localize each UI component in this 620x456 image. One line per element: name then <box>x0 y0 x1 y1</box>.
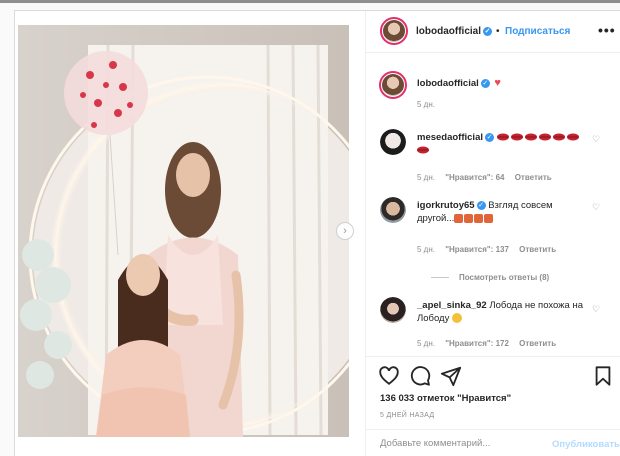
photo-illustration <box>18 25 349 437</box>
post-actions: 136 033 отметок "Нравится" 5 ДНЕЙ НАЗАД … <box>366 356 620 456</box>
comment-likes[interactable]: "Нравится": 172 <box>445 339 509 348</box>
comment-time[interactable]: 5 дн. <box>417 339 435 348</box>
anger-emoji-icon <box>454 213 494 224</box>
avatar[interactable] <box>380 197 406 223</box>
comment-time[interactable]: 5 дн. <box>417 173 435 182</box>
avatar[interactable] <box>380 17 408 45</box>
reply-button[interactable]: Ответить <box>515 173 552 182</box>
comment-text: igorkrutoy65 ✓ Взгляд совсем другой... <box>417 199 592 225</box>
comment-likes[interactable]: "Нравится": 137 <box>445 245 509 254</box>
avatar[interactable] <box>380 297 406 323</box>
comment-likes[interactable]: "Нравится": 64 <box>445 173 504 182</box>
comment-meta: 5 дн. "Нравится": 172 Ответить <box>417 339 564 348</box>
caption-username[interactable]: lobodaofficial <box>417 78 479 89</box>
comment-username[interactable]: _apel_sinka_92 <box>417 300 487 311</box>
comment-time[interactable]: 5 дн. <box>417 245 435 254</box>
post-photo[interactable] <box>18 25 349 437</box>
comment-input[interactable] <box>380 438 530 449</box>
post-date[interactable]: 5 ДНЕЙ НАЗАД <box>380 412 434 419</box>
red-heart-icon: ♥ <box>494 77 501 89</box>
verified-badge-icon: ✓ <box>480 78 490 88</box>
astonished-face-emoji-icon <box>451 313 462 324</box>
avatar[interactable] <box>380 129 406 155</box>
browser-top-bar <box>0 0 620 3</box>
reply-button[interactable]: Ответить <box>519 339 556 348</box>
heart-icon[interactable] <box>378 365 400 387</box>
post-author-username[interactable]: lobodaofficial ✓ <box>416 26 492 37</box>
comment-bubble-icon[interactable] <box>409 365 431 387</box>
paper-plane-icon[interactable] <box>440 365 462 387</box>
view-replies-button[interactable]: Посмотреть ответы (8) <box>431 273 549 282</box>
view-replies-label[interactable]: Посмотреть ответы (8) <box>459 273 549 282</box>
replies-divider <box>431 277 449 279</box>
post-header: lobodaofficial ✓ • Подписаться ••• <box>366 11 620 53</box>
publish-comment-button[interactable]: Опубликовать <box>552 439 620 450</box>
caption-meta: 5 дн. <box>417 100 443 109</box>
comment-meta: 5 дн. "Нравится": 137 Ответить <box>417 245 564 254</box>
verified-badge-icon: ✓ <box>476 200 486 210</box>
instagram-post: › lobodaofficial ✓ • Подписаться ••• lobo… <box>14 10 620 456</box>
comment-like-heart-icon[interactable]: ♡ <box>592 202 600 213</box>
follow-button[interactable]: Подписаться <box>505 26 570 37</box>
comment-meta: 5 дн. "Нравится": 64 Ответить <box>417 173 560 182</box>
next-photo-button[interactable]: › <box>336 222 354 240</box>
bookmark-icon[interactable] <box>592 365 614 387</box>
comment-text: mesedaofficial ✓ <box>417 131 592 157</box>
avatar[interactable] <box>379 71 407 99</box>
post-sidebar: lobodaofficial ✓ • Подписаться ••• loboda… <box>365 11 620 456</box>
comment-text: _apel_sinka_92 Лобода не похожа на Лобод… <box>417 299 592 325</box>
verified-badge-icon: ✓ <box>483 26 492 36</box>
reply-button[interactable]: Ответить <box>519 245 556 254</box>
username-link[interactable]: lobodaofficial <box>416 26 481 37</box>
comment-like-heart-icon[interactable]: ♡ <box>592 134 600 145</box>
comment-like-heart-icon[interactable]: ♡ <box>592 304 600 315</box>
caption-text: lobodaofficial ✓ ♥ <box>417 77 592 90</box>
verified-badge-icon: ✓ <box>485 132 494 142</box>
more-options-icon[interactable]: ••• <box>598 22 616 38</box>
chevron-right-icon: › <box>343 224 347 237</box>
caption-time[interactable]: 5 дн. <box>417 100 435 109</box>
separator-dot: • <box>496 26 500 37</box>
comment-username[interactable]: mesedaofficial <box>417 132 483 143</box>
likes-count[interactable]: 136 033 отметок "Нравится" <box>380 393 511 404</box>
comment-username[interactable]: igorkrutoy65 <box>417 200 475 211</box>
add-comment-bar: Опубликовать <box>366 429 620 456</box>
